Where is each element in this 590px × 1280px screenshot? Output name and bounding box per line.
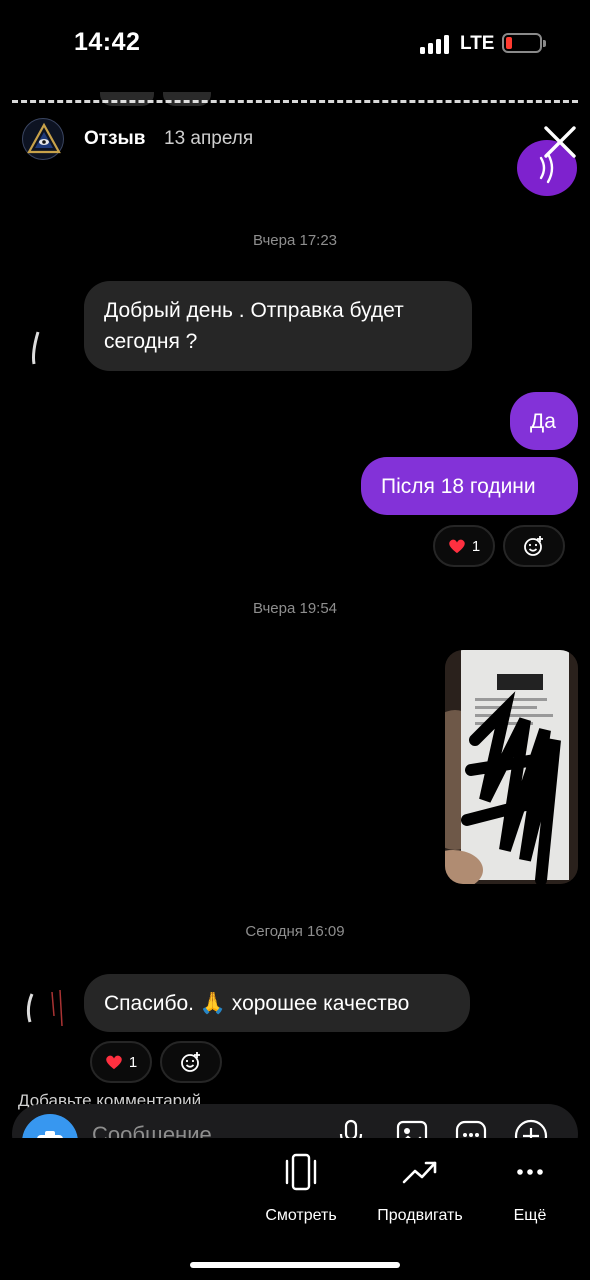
incoming-message[interactable]: Спасибо. 🙏 хорошее качество — [84, 974, 470, 1032]
add-emoji-icon — [181, 1052, 200, 1072]
microphone-icon[interactable] — [337, 1118, 365, 1138]
close-button[interactable] — [540, 122, 580, 162]
add-reaction-button[interactable] — [503, 525, 565, 567]
chat-timestamp: Вчера 19:54 — [252, 600, 338, 617]
story-card[interactable]: Отзыв 13 апреля Вчера 17:23 Добрый день … — [0, 90, 590, 1138]
close-icon — [544, 126, 576, 158]
gallery-icon[interactable] — [395, 1118, 429, 1138]
status-bar: 14:42 LTE — [0, 0, 590, 88]
message-text: Да — [530, 409, 556, 433]
add-emoji-icon — [524, 536, 543, 556]
network-type: LTE — [460, 33, 495, 54]
chat-timestamp: Вчера 17:23 — [252, 232, 338, 249]
sender-avatar — [24, 986, 63, 1046]
add-reaction-button[interactable] — [160, 1041, 222, 1083]
more-label: Ещё — [513, 1207, 547, 1224]
message-text: Добрый день . Отправка будет — [104, 299, 404, 322]
camera-button[interactable] — [22, 1114, 78, 1138]
status-time: 14:42 — [74, 28, 141, 56]
view-label: Смотреть — [265, 1207, 337, 1224]
reaction-count: 1 — [128, 1053, 138, 1071]
reaction-pill[interactable]: 1 — [433, 525, 495, 567]
outgoing-message[interactable]: Да — [510, 392, 578, 450]
cropped-bubble — [100, 92, 154, 106]
signal-icon — [420, 34, 450, 54]
message-text: Спасибо. 🙏 хорошее качество — [104, 991, 410, 1015]
reaction-pill[interactable]: 1 — [90, 1041, 152, 1083]
plus-icon[interactable] — [513, 1118, 549, 1138]
author-avatar[interactable] — [22, 118, 64, 160]
promote-button[interactable]: Продвигать — [368, 1152, 472, 1225]
message-input[interactable]: Сообщение — [92, 1122, 212, 1138]
heart-icon — [106, 1055, 122, 1070]
promote-label: Продвигать — [377, 1207, 463, 1224]
reaction-count: 1 — [471, 537, 481, 555]
chat-timestamp: Сегодня 16:09 — [245, 923, 345, 940]
heart-icon — [449, 539, 465, 554]
story-date: 13 апреля — [164, 128, 254, 149]
view-button[interactable]: Смотреть — [258, 1152, 344, 1225]
photo-message[interactable] — [445, 650, 578, 884]
incoming-message[interactable]: Добрый день . Отправка будет сегодня ? — [84, 281, 472, 371]
outgoing-message[interactable]: Після 18 години — [361, 457, 578, 515]
more-icon — [517, 1169, 543, 1175]
sender-avatar — [28, 322, 56, 382]
story-actions-bar: Смотреть Продвигать Ещё — [0, 1138, 590, 1280]
story-author-name[interactable]: Отзыв — [84, 128, 145, 150]
cropped-bubble — [163, 92, 211, 106]
home-indicator[interactable] — [190, 1262, 400, 1268]
message-text: сегодня ? — [104, 330, 198, 353]
camera-icon — [37, 1131, 63, 1138]
sticker-icon[interactable] — [454, 1118, 488, 1138]
message-text: Після 18 години — [381, 474, 536, 498]
story-progress-bar — [12, 100, 578, 103]
trend-up-icon — [402, 1161, 437, 1184]
battery-icon — [502, 33, 546, 53]
phone-view-icon — [285, 1153, 317, 1191]
message-composer[interactable]: Сообщение — [12, 1104, 578, 1138]
more-button[interactable]: Ещё — [500, 1152, 560, 1225]
